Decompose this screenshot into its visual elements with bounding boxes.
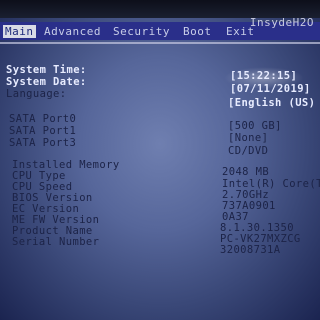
sata-port0-label: SATA Port0 (9, 113, 77, 125)
system-date-value[interactable]: [07/11/2019] (230, 83, 311, 95)
menu-boot[interactable]: Boot (183, 25, 212, 38)
system-time-value[interactable]: [15:22:15] (230, 70, 297, 82)
menu-exit[interactable]: Exit (226, 25, 255, 38)
bios-brand: InsydeH2O (249, 16, 314, 29)
sata-port3-label: SATA Port3 (9, 137, 77, 149)
menu-security[interactable]: Security (113, 25, 170, 38)
sata-port1-value[interactable]: [None] (228, 132, 268, 144)
system-time-label: System Time: (6, 64, 87, 76)
sata-port0-value[interactable]: [500 GB] (228, 120, 282, 132)
menu-divider (0, 42, 320, 44)
language-label: Language: (6, 88, 67, 100)
serial-number-label: Serial Number (12, 236, 100, 248)
menu-main[interactable]: Main (3, 25, 36, 38)
system-date-label: System Date: (6, 76, 87, 88)
bios-screen: InsydeH2O Main Advanced Security Boot Ex… (0, 0, 320, 320)
sata-port1-label: SATA Port1 (9, 125, 77, 137)
serial-number-value: 32008731A (220, 244, 281, 256)
language-value[interactable]: [English (US) (228, 97, 315, 109)
installed-memory-value: 2048 MB (222, 166, 270, 178)
menu-advanced[interactable]: Advanced (44, 25, 101, 38)
sata-port3-value: CD/DVD (228, 145, 269, 157)
